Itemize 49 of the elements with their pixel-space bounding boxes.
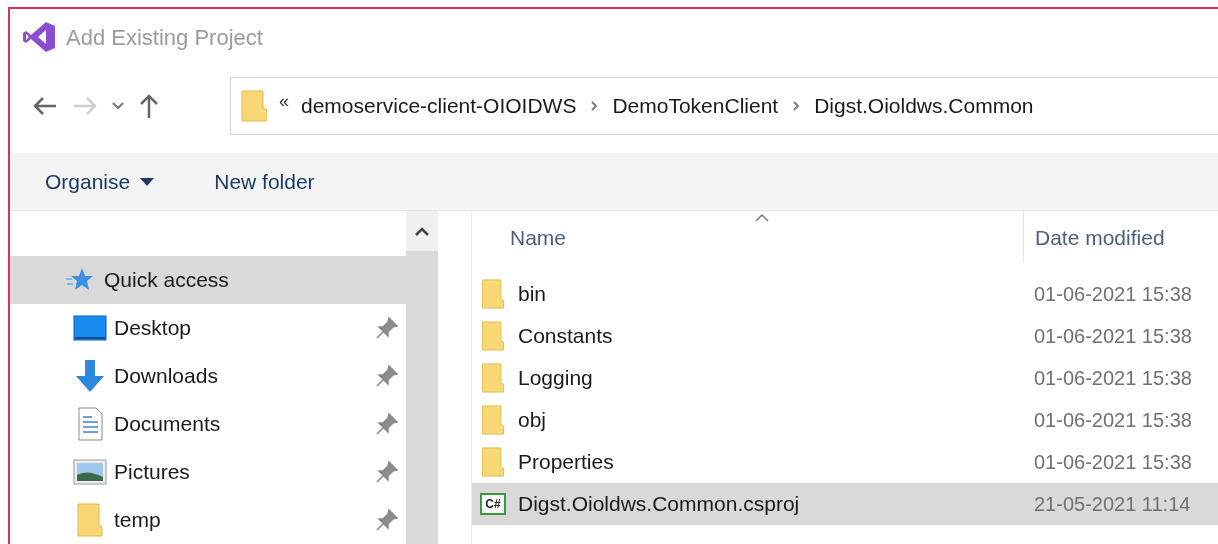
star-icon: [66, 267, 94, 293]
scrollbar[interactable]: [406, 211, 438, 544]
breadcrumb[interactable]: demoservice-client-OIOIDWS: [301, 89, 577, 122]
nav-item[interactable]: temp: [10, 496, 406, 544]
folder-icon: [77, 503, 103, 537]
chevron-right-icon[interactable]: [792, 99, 801, 112]
nav-item[interactable]: Documents: [10, 400, 406, 448]
chevron-right-icon[interactable]: [590, 99, 599, 112]
file-row[interactable]: obj 01-06-2021 15:38: [472, 399, 1218, 441]
back-arrow-icon[interactable]: [32, 94, 58, 117]
csharp-file-icon: C#: [480, 493, 506, 515]
nav-item[interactable]: Desktop: [10, 304, 406, 352]
folder-icon: [481, 363, 505, 393]
column-header[interactable]: Name: [472, 211, 1024, 263]
breadcrumb[interactable]: DemoTokenClient: [612, 89, 779, 122]
pin-icon[interactable]: [376, 317, 398, 339]
file-row[interactable]: bin 01-06-2021 15:38: [472, 273, 1218, 315]
breadcrumb[interactable]: Digst.Oioldws.Common: [814, 89, 1034, 122]
folder-icon: [481, 279, 505, 309]
pin-icon[interactable]: [376, 413, 398, 435]
column-header[interactable]: Date modified: [1024, 211, 1218, 263]
up-arrow-icon[interactable]: [138, 92, 160, 119]
dropdown-triangle-icon: [140, 177, 155, 186]
pin-icon[interactable]: [376, 461, 398, 483]
pin-icon[interactable]: [376, 365, 398, 387]
address-bar[interactable]: « demoservice-client-OIOIDWS DemoTokenClient Digst.Oioldws.Common: [230, 76, 1218, 135]
nav-item[interactable]: Quick access: [10, 256, 406, 304]
document-icon: [77, 407, 103, 441]
file-row[interactable]: Properties 01-06-2021 15:38: [472, 441, 1218, 483]
scroll-up-icon[interactable]: [414, 226, 430, 236]
overflow-chevrons[interactable]: «: [279, 88, 289, 115]
folder-icon: [241, 89, 267, 122]
nav-item[interactable]: Downloads: [10, 352, 406, 400]
organise-button[interactable]: Organise: [45, 165, 155, 198]
window-title: Add Existing Project: [66, 23, 263, 52]
folder-icon: [481, 321, 505, 351]
file-row[interactable]: C# Digst.Oioldws.Common.csproj 21-05-2021 11:14: [472, 483, 1218, 525]
file-row[interactable]: Constants 01-06-2021 15:38: [472, 315, 1218, 357]
monitor-icon: [73, 315, 107, 341]
folder-icon: [481, 447, 505, 477]
folder-icon: [481, 405, 505, 435]
file-row[interactable]: Logging 01-06-2021 15:38: [472, 357, 1218, 399]
nav-item[interactable]: Pictures: [10, 448, 406, 496]
app-logo-icon: [22, 21, 56, 54]
picture-frame-icon: [73, 459, 107, 485]
chevron-down-icon[interactable]: [112, 101, 124, 110]
new-folder-button[interactable]: New folder: [214, 165, 315, 198]
pin-icon[interactable]: [376, 509, 398, 531]
download-arrow-icon: [73, 359, 107, 393]
